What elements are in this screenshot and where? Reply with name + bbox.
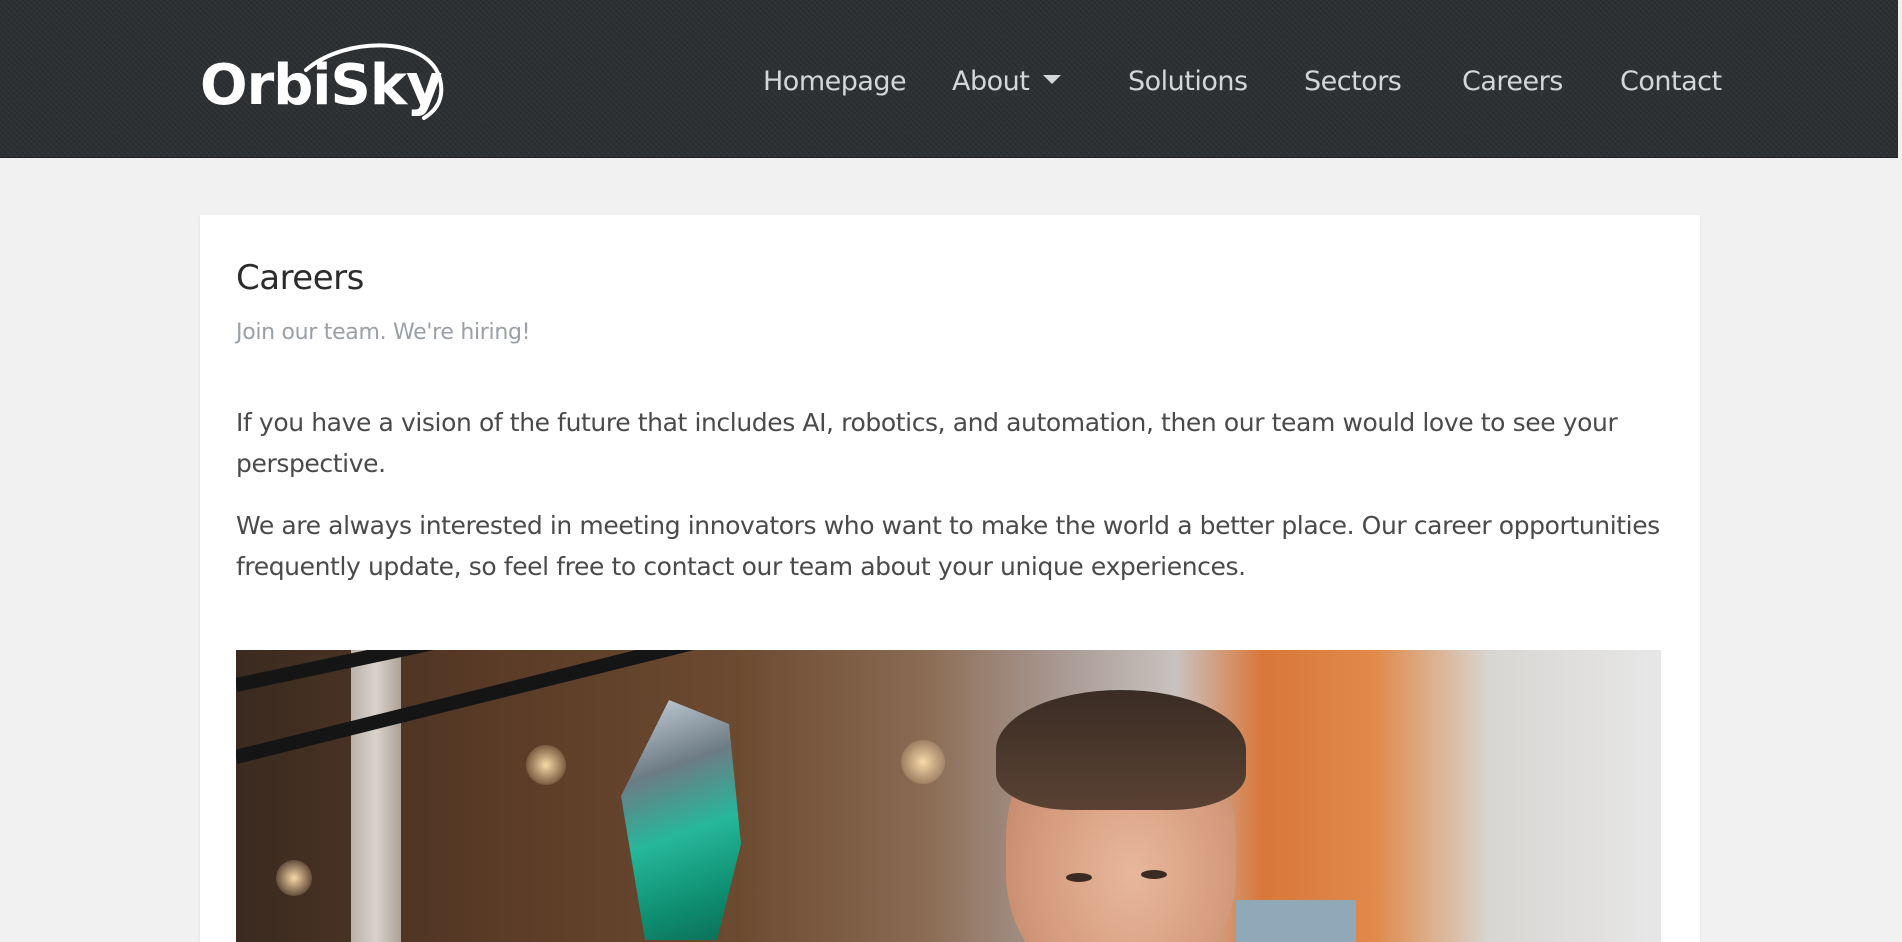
photo-bokeh <box>276 860 312 896</box>
careers-hero-image <box>236 650 1661 942</box>
photo-person-shirt <box>1236 900 1356 942</box>
body-paragraph: We are always interested in meeting inno… <box>236 511 1660 581</box>
site-logo[interactable]: OrbiSky <box>200 40 450 125</box>
nav-item-about[interactable]: About <box>952 66 1062 97</box>
photo-pillar <box>351 650 401 942</box>
site-header: OrbiSky Homepage About Solutions Sectors… <box>0 0 1898 158</box>
nav-item-sectors[interactable]: Sectors <box>1304 66 1402 97</box>
photo-bokeh <box>901 740 945 784</box>
page-subtitle: Join our team. We're hiring! <box>236 320 531 345</box>
nav-item-about-label: About <box>952 66 1030 97</box>
nav-item-solutions[interactable]: Solutions <box>1128 66 1248 97</box>
nav-item-contact[interactable]: Contact <box>1620 66 1722 97</box>
logo-text: OrbiSky <box>200 53 443 118</box>
photo-eye <box>1141 870 1167 879</box>
intro-paragraph: If you have a vision of the future that … <box>236 408 1618 478</box>
photo-bokeh <box>526 745 566 785</box>
content-card: Careers Join our team. We're hiring! If … <box>200 215 1700 942</box>
caret-down-icon <box>1043 75 1062 84</box>
nav-item-homepage[interactable]: Homepage <box>763 66 907 97</box>
nav-item-careers[interactable]: Careers <box>1462 66 1563 97</box>
page-title: Careers <box>236 258 364 298</box>
photo-lamp <box>621 700 741 940</box>
photo-person-hair <box>996 690 1246 810</box>
photo-eye <box>1066 873 1092 882</box>
